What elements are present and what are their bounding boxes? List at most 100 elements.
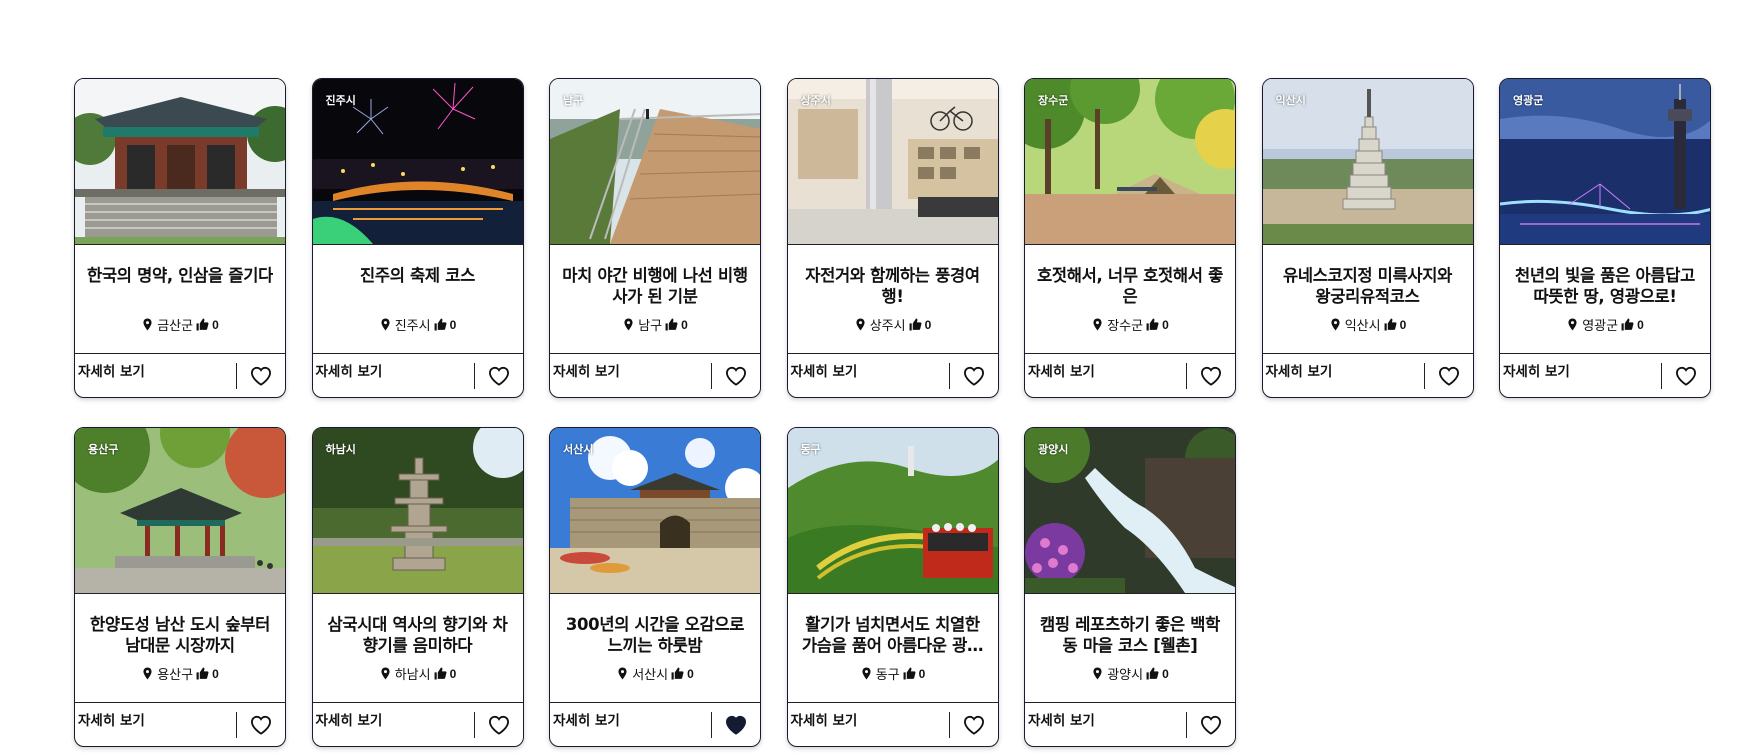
course-card[interactable]: 진주시 진주의 축제 코스 진주시 0 자세히 보기 [311,78,524,398]
card-footer: 자세히 보기 [1025,353,1235,397]
card-meta: 익산시 0 [1275,315,1461,334]
card-thumbnail[interactable] [75,79,285,245]
view-details-button[interactable]: 자세히 보기 [550,703,711,746]
favorite-button[interactable] [475,703,523,746]
favorite-button[interactable] [237,354,285,397]
card-footer: 자세히 보기 [787,353,998,397]
favorite-button[interactable] [950,703,998,746]
like-count: 0 [681,317,688,332]
card-thumbnail[interactable]: 서산시 [550,428,760,594]
card-footer: 자세히 보기 [75,353,285,397]
view-details-button[interactable]: 자세히 보기 [313,354,474,397]
card-meta: 금산군 0 [87,315,273,334]
location-label: 진주시 [394,318,431,333]
card-title: 유네스코지정 미륵사지와 왕궁리유적코스 [1282,266,1453,306]
heart-icon [1675,366,1697,386]
card-footer: 자세히 보기 [75,702,285,746]
card-footer: 자세히 보기 [1500,353,1710,397]
card-thumbnail[interactable]: 익산시 [1262,79,1473,245]
favorite-button[interactable] [712,354,760,397]
thumbs-up-icon [434,318,447,331]
view-details-button[interactable]: 자세히 보기 [75,703,236,746]
favorite-button[interactable] [237,703,285,746]
course-card[interactable]: 상주시 자전거와 함께하는 풍경여행! 상주시 0 자세히 보기 [786,78,999,398]
course-card[interactable]: 장수군 호젓해서, 너무 호젓해서 좋은 장수군 0 자세히 보기 [1024,78,1236,398]
card-footer: 자세히 보기 [550,353,760,397]
course-card[interactable]: 하남시 삼국시대 역사의 향기와 차향기를 음미하다 하남시 0 자세히 보기 [311,427,524,747]
course-card[interactable]: 남구 마치 야간 비행에 나선 비행사가 된 기분 남구 0 자세히 보기 [549,78,761,398]
card-title: 마치 야간 비행에 나선 비행사가 된 기분 [562,266,748,306]
card-thumbnail[interactable]: 동구 [787,428,998,594]
card-meta: 하남시 0 [325,664,511,683]
view-details-button[interactable]: 자세히 보기 [1025,703,1186,746]
course-card[interactable]: 서산시 300년의 시간을 오감으로 느끼는 하룻밤 서산시 0 자세히 보기 [549,427,761,747]
view-details-button[interactable]: 자세히 보기 [1025,354,1186,397]
heart-icon [963,715,984,735]
view-details-button[interactable]: 자세히 보기 [788,703,949,746]
view-details-button[interactable]: 자세히 보기 [75,354,236,397]
course-card[interactable]: 익산시 유네스코지정 미륵사지와 왕궁리유적코스 익산시 0 자세히 보기 [1261,78,1474,398]
view-details-button[interactable]: 자세히 보기 [1263,354,1424,397]
favorite-button[interactable] [1425,354,1473,397]
thumbs-up-icon [196,318,209,331]
course-card[interactable]: 동구 활기가 넘치면서도 치열한 가슴을 품어 아름다운 광… 동구 0 자세히… [786,427,999,747]
favorite-button[interactable] [1187,354,1235,397]
location-pin-icon [141,318,154,331]
card-thumbnail[interactable]: 광양시 [1025,428,1235,594]
card-thumbnail[interactable]: 하남시 [312,428,523,594]
card-meta: 장수군 0 [1037,315,1223,334]
heart-icon [725,715,747,735]
favorite-button[interactable] [712,703,760,746]
like-count: 0 [1399,317,1407,332]
favorite-button[interactable] [950,354,998,397]
card-footer: 자세히 보기 [312,702,523,746]
course-card[interactable]: 한국의 명약, 인삼을 즐기다 금산군 0 자세히 보기 [74,78,286,398]
card-title: 삼국시대 역사의 향기와 차향기를 음미하다 [327,615,508,655]
region-tag: 서산시 [563,444,594,456]
location-label: 용산구 [157,667,194,682]
card-info: 300년의 시간을 오감으로 느끼는 하룻밤 서산시 0 [550,594,760,704]
thumbs-up-icon [1146,667,1159,680]
like-count: 0 [687,666,694,681]
thumbs-up-icon [665,318,678,331]
card-thumbnail[interactable]: 상주시 [787,79,998,245]
card-thumbnail[interactable]: 진주시 [312,79,523,245]
card-thumbnail[interactable]: 남구 [550,79,760,245]
card-title: 호젓해서, 너무 호젓해서 좋은 [1037,266,1223,306]
card-title: 한양도성 남산 도시 숲부터 남대문 시장까지 [89,615,270,655]
card-info: 진주의 축제 코스 진주시 0 [313,245,523,355]
region-tag: 하남시 [325,444,356,456]
course-card-grid: 한국의 명약, 인삼을 즐기다 금산군 0 자세히 보기 진주시 진주의 축제 … [74,78,1711,747]
favorite-button[interactable] [1662,354,1710,397]
view-details-button[interactable]: 자세히 보기 [788,354,949,397]
card-title: 캠핑 레포츠하기 좋은 백학동 마을 코스 [웰촌] [1039,615,1220,655]
view-details-button[interactable]: 자세히 보기 [313,703,474,746]
location-label: 장수군 [1107,318,1144,333]
card-info: 활기가 넘치면서도 치열한 가슴을 품어 아름다운 광… 동구 0 [788,594,998,704]
course-card[interactable]: 영광군 천년의 빛을 품은 아름답고 따뜻한 땅, 영광으로! 영광군 0 자세… [1499,78,1711,398]
card-meta: 상주시 0 [800,315,986,334]
thumbs-up-icon [1621,318,1634,331]
like-count: 0 [449,666,457,681]
location-pin-icon [379,667,392,680]
course-card[interactable]: 용산구 한양도성 남산 도시 숲부터 남대문 시장까지 용산구 0 자세히 보기 [74,427,286,747]
card-meta: 광양시 0 [1037,664,1223,683]
card-meta: 진주시 0 [325,315,511,334]
region-tag: 장수군 [1038,95,1069,107]
card-thumbnail[interactable]: 영광군 [1500,79,1710,245]
heart-icon [488,366,509,386]
card-thumbnail[interactable]: 용산구 [75,428,285,594]
heart-icon [250,715,272,735]
view-details-button[interactable]: 자세히 보기 [1500,354,1661,397]
favorite-button[interactable] [475,354,523,397]
like-count: 0 [924,317,932,332]
favorite-button[interactable] [1187,703,1235,746]
card-info: 마치 야간 비행에 나선 비행사가 된 기분 남구 0 [550,245,760,355]
view-details-button[interactable]: 자세히 보기 [550,354,711,397]
thumbs-up-icon [196,667,209,680]
card-thumbnail[interactable]: 장수군 [1025,79,1235,245]
card-info: 자전거와 함께하는 풍경여행! 상주시 0 [788,245,998,355]
card-footer: 자세히 보기 [312,353,523,397]
course-card[interactable]: 광양시 캠핑 레포츠하기 좋은 백학동 마을 코스 [웰촌] 광양시 0 자세히… [1024,427,1236,747]
like-count: 0 [212,317,219,332]
